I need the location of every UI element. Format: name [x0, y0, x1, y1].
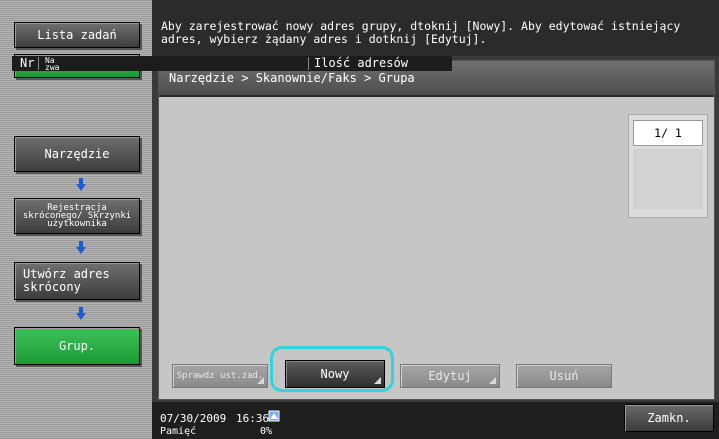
close-button[interactable]: Zamkn. [624, 404, 714, 432]
job-list-button[interactable]: Lista zadań [14, 22, 140, 48]
page-scroll-area[interactable] [633, 149, 703, 209]
tool-button[interactable]: Narzędzie [14, 136, 140, 172]
header-divider [308, 57, 309, 70]
arrow-down-icon [76, 178, 86, 191]
create-short-address-button[interactable]: Utwórz adres skrócony [14, 262, 140, 300]
date: 07/30/2009 [160, 412, 227, 425]
memory-value: 0% [260, 426, 273, 437]
header-nr: Nr [20, 56, 35, 70]
screen: Lista zadań Zakładka Narzędzie Rejestrac… [0, 0, 719, 439]
status-footer: 07/30/2009 16:36 Pamięć 0% Zamkn. [152, 402, 719, 439]
edit-button[interactable]: Edytuj [400, 364, 500, 388]
memory-label: Pamięć [160, 426, 197, 437]
header-divider [38, 57, 39, 70]
header-name: Na zwa [45, 56, 60, 72]
header-count: Ilość adresów [314, 56, 408, 70]
group-button[interactable]: Grup. [14, 327, 140, 365]
registration-button[interactable]: Rejestracja skróconego/ Skrzynki użytkow… [14, 198, 140, 234]
arrow-down-icon [76, 307, 86, 320]
page-indicator: 1/ 1 [633, 120, 703, 146]
delete-button[interactable]: Usuń [516, 364, 612, 388]
check-settings-button[interactable]: Sprawdz ust.zad. [172, 364, 268, 388]
arrow-down-icon [76, 241, 86, 254]
main-panel: Narzędzie > Skanownie/Faks > Grupa [158, 60, 715, 400]
instruction-message: Aby zarejestrować nowy adres grupy, dtok… [152, 0, 719, 56]
table-header: Nr Na zwa Ilość adresów [12, 56, 452, 72]
time: 16:36 [236, 412, 270, 425]
pager: 1/ 1 [628, 114, 708, 218]
new-button[interactable]: Nowy [285, 360, 385, 388]
network-icon [268, 410, 280, 422]
